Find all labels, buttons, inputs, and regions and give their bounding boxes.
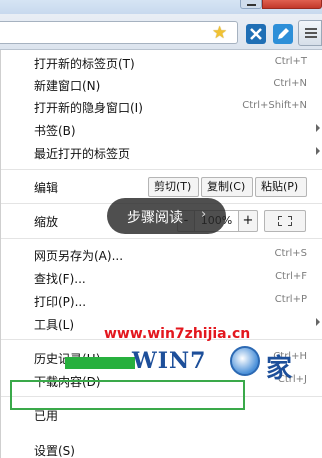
bookmark-star-icon[interactable]: ★ <box>212 23 227 43</box>
menu-item-bookmarks[interactable]: 书签(B) <box>1 120 322 140</box>
menu-separator <box>1 169 322 170</box>
submenu-arrow-icon <box>316 124 320 132</box>
menu-item-recent-tabs[interactable]: 最近打开的标签页 <box>1 143 322 163</box>
usage-bar <box>65 357 135 369</box>
cut-button[interactable]: 剪切(T) <box>148 177 199 197</box>
fullscreen-button[interactable] <box>264 210 306 232</box>
fullscreen-icon-corner <box>288 216 292 220</box>
menu-item-label: 新建窗口(N) <box>34 79 101 93</box>
menu-item-shortcut: Ctrl+P <box>274 294 307 305</box>
watermark-logo: WIN7 <box>132 348 207 374</box>
tab-strip <box>0 0 322 14</box>
zoom-in-button[interactable]: + <box>238 210 258 232</box>
copy-button[interactable]: 复制(C) <box>201 177 253 197</box>
fullscreen-icon <box>278 216 282 220</box>
fullscreen-icon-corner <box>278 222 282 226</box>
menu-item-label: 打开新的标签页(T) <box>34 57 135 71</box>
submenu-arrow-icon <box>316 318 320 326</box>
menu-item-shortcut: Ctrl+Shift+N <box>242 100 307 111</box>
edit-label: 编辑 <box>34 181 59 195</box>
step-reading-label: 步骤阅读 <box>127 210 183 226</box>
menu-item-print[interactable]: 打印(P)... Ctrl+P <box>1 291 322 311</box>
menu-item-label: 打印(P)... <box>34 295 87 309</box>
step-reading-button[interactable]: 步骤阅读 › <box>107 198 226 234</box>
windows-logo-icon <box>230 346 260 376</box>
menu-item-settings[interactable]: 设置(S) <box>1 440 322 458</box>
chevron-right-icon: › <box>201 207 207 222</box>
menu-separator <box>1 238 322 239</box>
menu-item-find[interactable]: 查找(F)... Ctrl+F <box>1 268 322 288</box>
watermark-jia: 家 <box>266 354 293 384</box>
menu-item-label: 打开新的隐身窗口(I) <box>34 101 143 115</box>
watermark-url: www.win7zhijia.cn <box>104 326 251 342</box>
menu-item-label: 设置(S) <box>34 444 75 458</box>
minimize-button[interactable] <box>240 0 262 9</box>
menu-item-shortcut: Ctrl+S <box>274 248 307 259</box>
menu-item-label: 网页另存为(A)... <box>34 249 124 263</box>
fullscreen-icon-corner <box>288 222 292 226</box>
browser-toolbar: ★ <box>0 14 322 50</box>
menu-item-label: 查找(F)... <box>34 272 86 286</box>
menu-item-shortcut: Ctrl+F <box>275 271 307 282</box>
close-window-button[interactable] <box>262 0 322 9</box>
x-app-icon[interactable] <box>246 24 266 44</box>
menu-item-label: 最近打开的标签页 <box>34 147 131 161</box>
submenu-arrow-icon <box>316 147 320 155</box>
menu-item-label: 工具(L) <box>34 318 75 332</box>
menu-item-shortcut: Ctrl+T <box>274 56 307 67</box>
chrome-menu-button[interactable] <box>298 20 322 46</box>
pen-icon[interactable] <box>273 24 293 44</box>
zoom-label: 缩放 <box>34 215 59 229</box>
paste-button[interactable]: 粘贴(P) <box>255 177 307 197</box>
menu-item-new-window[interactable]: 新建窗口(N) Ctrl+N <box>1 75 322 95</box>
menu-item-save-as[interactable]: 网页另存为(A)... Ctrl+S <box>1 245 322 265</box>
menu-item-shortcut: Ctrl+N <box>273 78 307 89</box>
menu-item-incognito[interactable]: 打开新的隐身窗口(I) Ctrl+Shift+N <box>1 97 322 117</box>
address-bar[interactable]: ★ <box>0 21 238 44</box>
menu-item-new-tab[interactable]: 打开新的标签页(T) Ctrl+T <box>1 53 322 73</box>
settings-highlight-box <box>10 380 245 410</box>
menu-item-label: 书签(B) <box>34 124 76 138</box>
